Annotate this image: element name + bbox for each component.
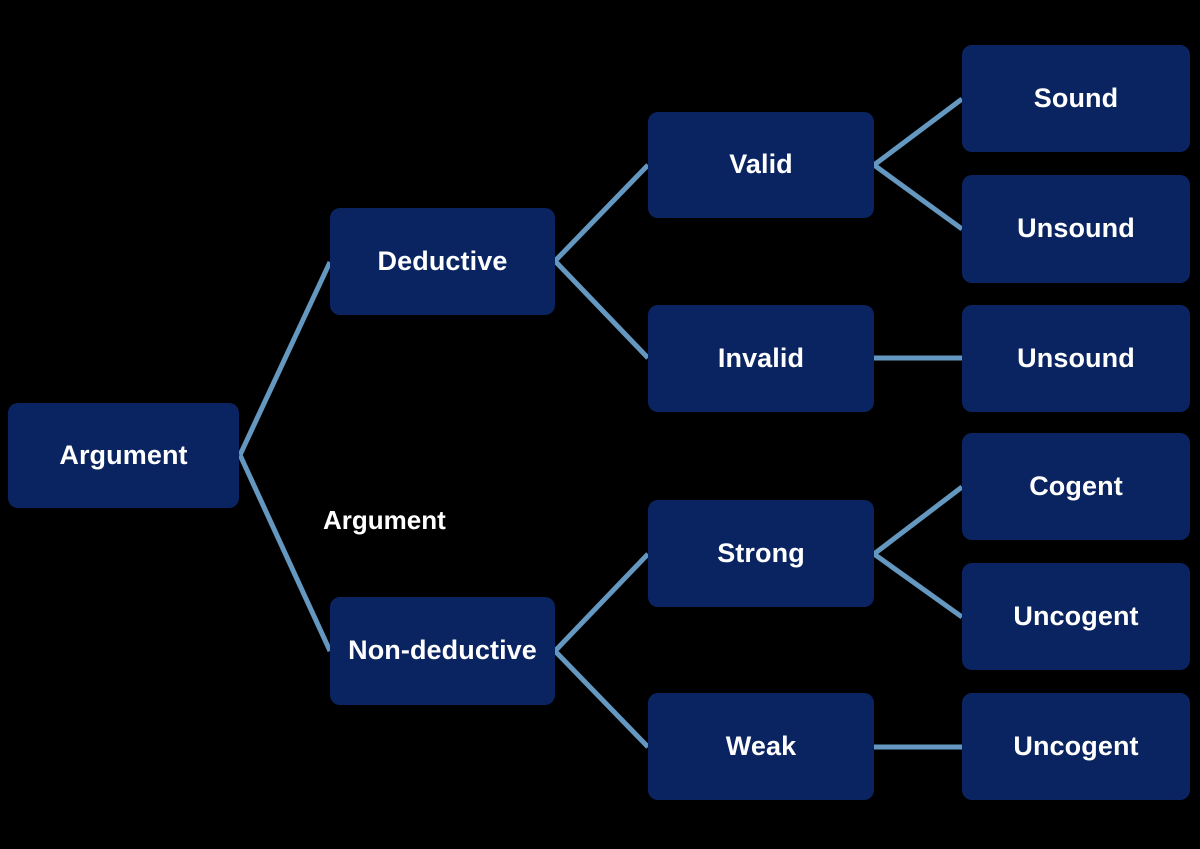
node-cogent[interactable]: Cogent <box>962 433 1190 540</box>
node-label-invalid: Invalid <box>717 342 805 373</box>
node-label-sound: Sound <box>1033 82 1119 113</box>
edge-argument-nondeductive <box>237 453 333 653</box>
edge-valid-unsound <box>872 162 964 232</box>
edge-argument-deductive <box>237 260 333 457</box>
argument-classification-diagram: Argument Deductive Non-deductive Valid Inval… <box>0 0 1200 849</box>
node-label-unsound2: Unsound <box>1017 342 1135 373</box>
node-deductive[interactable]: Deductive <box>330 208 555 315</box>
floating-label-argument: Argument <box>323 505 446 535</box>
node-valid[interactable]: Valid <box>648 112 874 218</box>
edge-nondeductive-weak <box>553 649 650 749</box>
edge-strong-uncogent <box>872 551 964 620</box>
node-label-unsound1: Unsound <box>1017 213 1135 244</box>
edge-deductive-invalid <box>553 259 650 360</box>
node-label-uncogent2: Uncogent <box>1013 730 1139 761</box>
node-label-uncogent1: Uncogent <box>1013 600 1139 631</box>
node-unsound1[interactable]: Unsound <box>962 175 1190 283</box>
node-label-strong: Strong <box>717 537 805 568</box>
node-label-weak: Weak <box>725 730 797 761</box>
node-sound[interactable]: Sound <box>962 45 1190 152</box>
node-nondeductive[interactable]: Non-deductive <box>330 597 555 705</box>
node-label-nondeductive: Non-deductive <box>348 635 537 666</box>
node-argument[interactable]: Argument <box>8 403 239 508</box>
node-label-valid: Valid <box>729 149 793 180</box>
node-weak[interactable]: Weak <box>648 693 874 800</box>
edge-deductive-valid <box>553 163 650 263</box>
node-label-argument: Argument <box>59 439 188 470</box>
node-label-cogent: Cogent <box>1029 470 1123 501</box>
edge-strong-cogent <box>872 485 964 556</box>
edge-valid-sound <box>872 97 964 167</box>
node-invalid[interactable]: Invalid <box>648 305 874 412</box>
node-strong[interactable]: Strong <box>648 500 874 607</box>
edge-nondeductive-strong <box>553 552 650 653</box>
node-uncogent1[interactable]: Uncogent <box>962 563 1190 670</box>
node-uncogent2[interactable]: Uncogent <box>962 693 1190 800</box>
node-label-deductive: Deductive <box>377 245 508 276</box>
node-unsound2[interactable]: Unsound <box>962 305 1190 412</box>
